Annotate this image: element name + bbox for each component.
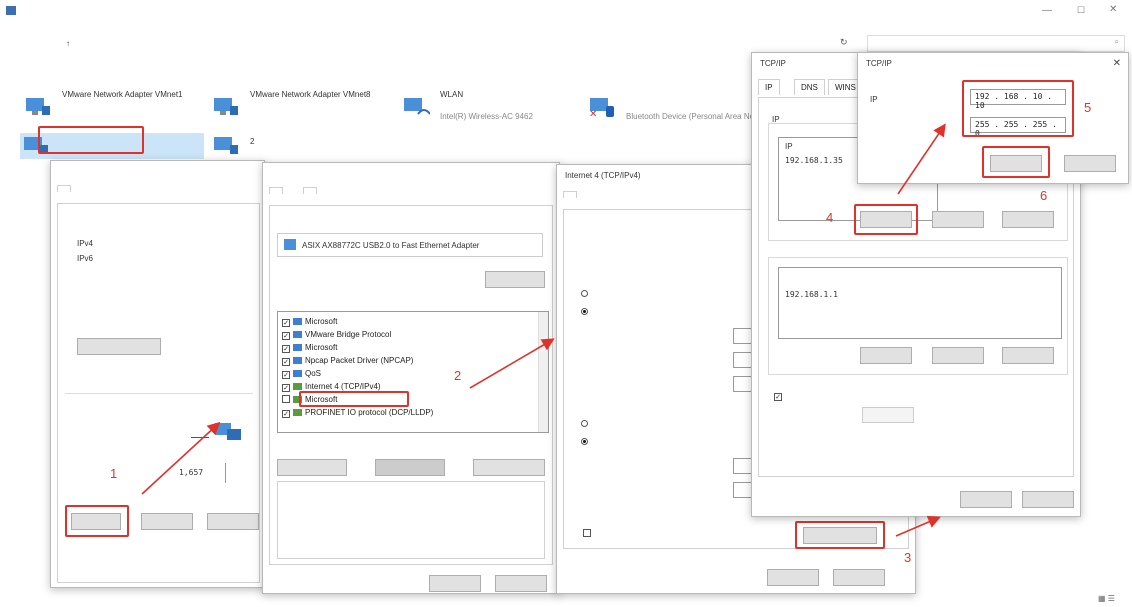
arrow-1 — [141, 421, 221, 495]
arrow-3 — [895, 515, 941, 537]
step-number: 3 — [904, 550, 912, 565]
arrow-4 — [897, 123, 946, 195]
step-number: 2 — [454, 368, 462, 383]
step-number: 4 — [826, 210, 834, 225]
step-number: 5 — [1084, 100, 1092, 115]
arrow-2 — [469, 338, 555, 389]
step-number: 1 — [110, 466, 118, 481]
step-number: 6 — [1040, 188, 1048, 203]
annotation-arrows — [141, 123, 946, 537]
